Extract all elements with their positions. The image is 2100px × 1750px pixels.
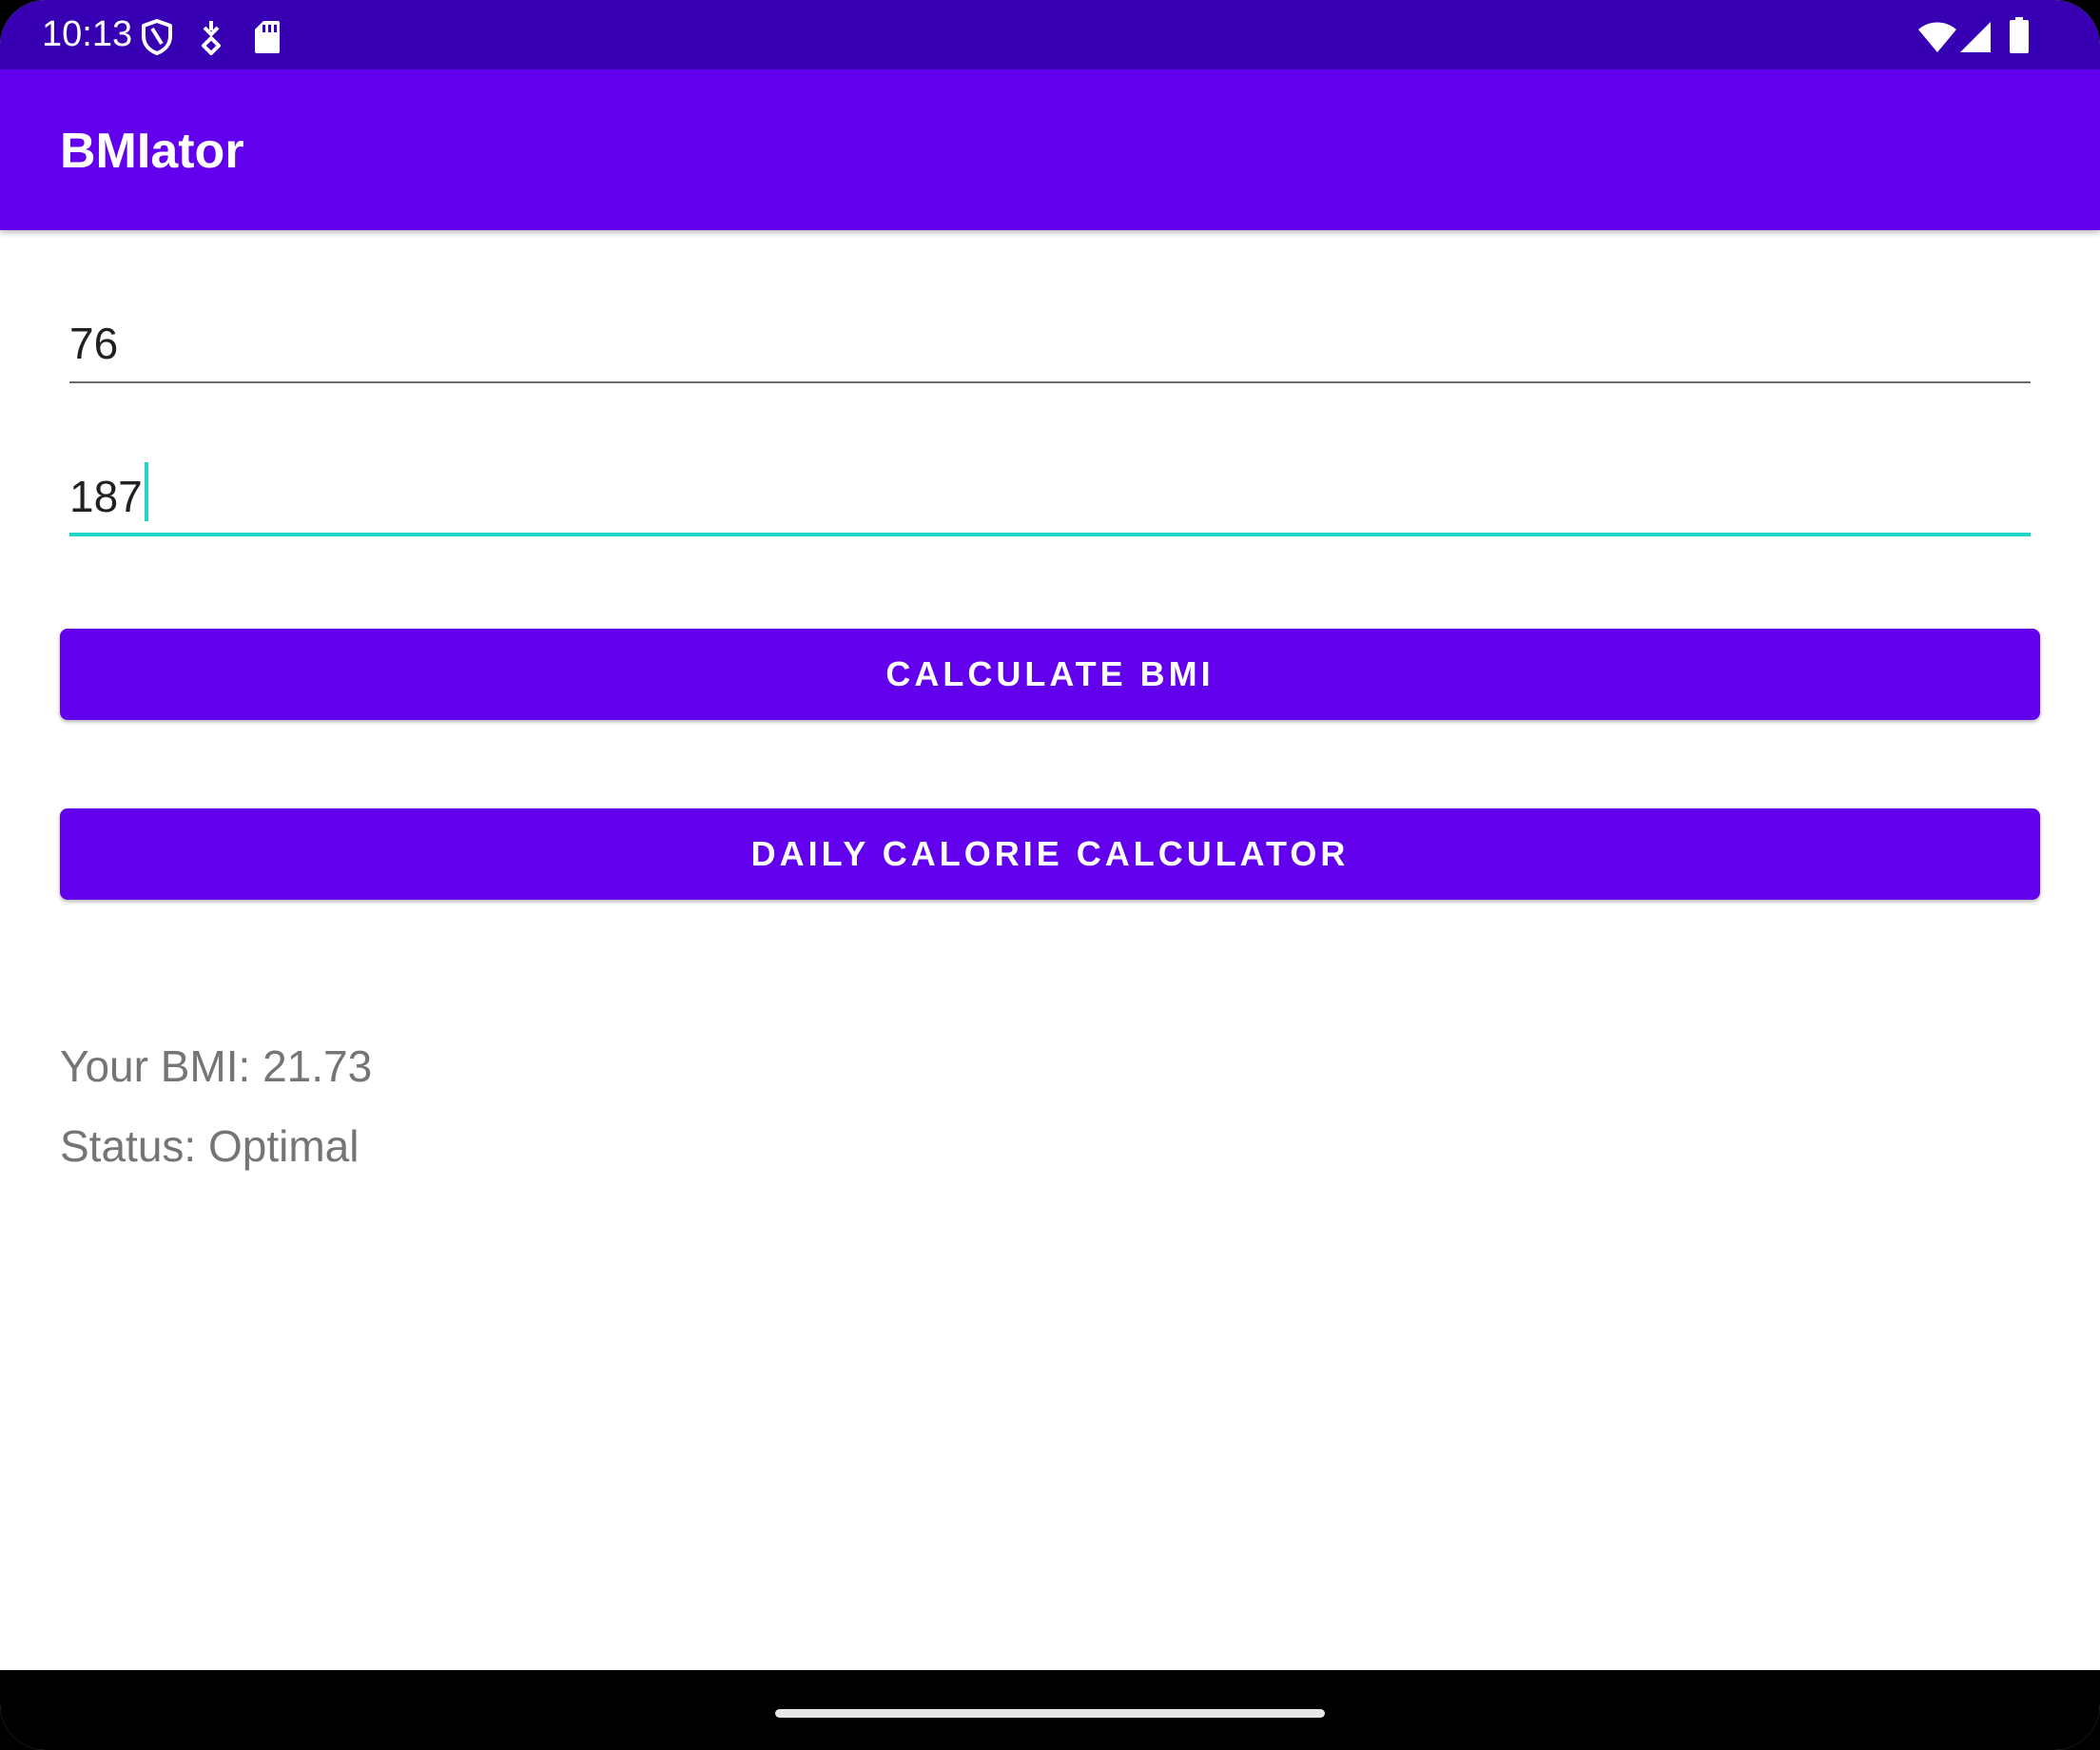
shield-icon [142, 19, 172, 55]
height-input-value: 187 [69, 472, 143, 521]
height-input-text: 187 [69, 462, 148, 523]
bmi-status-text: Status: Optimal [60, 1121, 360, 1171]
home-gesture-handle[interactable] [775, 1709, 1325, 1718]
navigation-bar [0, 1670, 2100, 1750]
wifi-icon [1918, 22, 1956, 52]
status-time: 10:13 [42, 14, 133, 54]
sd-card-icon [255, 21, 280, 53]
battery-icon [2010, 17, 2029, 53]
cellular-signal-icon [1960, 22, 1991, 52]
text-cursor [144, 462, 148, 521]
status-bar: 10:13 [0, 0, 2100, 69]
height-input[interactable]: 187 [69, 445, 2031, 536]
app-title: BMIator [60, 124, 244, 179]
weight-input-value: 76 [69, 319, 119, 368]
daily-calorie-calculator-button[interactable]: DAILY CALORIE CALCULATOR [60, 808, 2040, 900]
app-screen: 10:13 BMIator 76 187 CALCULATE BMI DAILY… [0, 0, 2100, 1750]
download-icon [202, 21, 221, 55]
calculate-bmi-button[interactable]: CALCULATE BMI [60, 629, 2040, 720]
app-bar: BMIator [0, 69, 2100, 230]
weight-input-underline [69, 381, 2031, 383]
bmi-result-text: Your BMI: 21.73 [60, 1041, 373, 1091]
height-input-underline [69, 533, 2031, 536]
weight-input[interactable]: 76 [69, 292, 2031, 383]
